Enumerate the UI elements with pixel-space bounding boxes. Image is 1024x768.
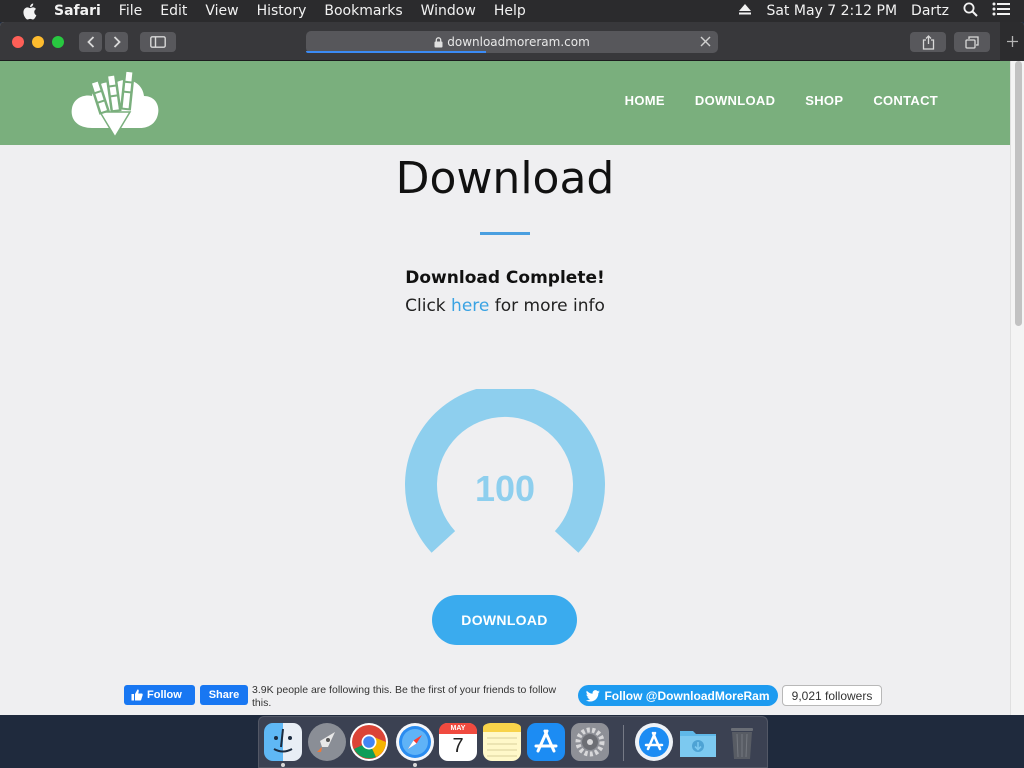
share-button[interactable] (910, 32, 946, 52)
menu-bar: Safari File Edit View History Bookmarks … (0, 0, 1024, 22)
window-minimize-button[interactable] (32, 36, 44, 48)
facebook-follow-button[interactable]: Follow (124, 685, 195, 705)
system-preferences-icon[interactable] (571, 723, 609, 761)
clock[interactable]: Sat May 7 2:12 PM (766, 3, 897, 19)
site-nav: HOME DOWNLOAD SHOP CONTACT (595, 93, 938, 108)
share-icon (922, 34, 934, 50)
menu-history[interactable]: History (257, 3, 307, 19)
more-info-link[interactable]: here (451, 296, 489, 316)
gauge-value: 100 (475, 468, 535, 509)
more-info-suffix: for more info (489, 296, 605, 316)
browser-toolbar: downloadmoreram.com (0, 22, 1024, 61)
menu-window[interactable]: Window (421, 3, 476, 19)
page-title: Download (395, 153, 615, 204)
facebook-follow-label: Follow (147, 689, 182, 701)
facebook-follow-text: 3.9K people are following this. Be the f… (252, 684, 557, 709)
menu-edit[interactable]: Edit (160, 3, 187, 19)
downloads-folder-icon[interactable] (679, 723, 717, 761)
more-info-text: Click here for more info (0, 296, 1010, 316)
facebook-share-button[interactable]: Share (200, 685, 248, 705)
more-info-prefix: Click (405, 296, 452, 316)
safari-running-indicator (413, 763, 417, 767)
page-scrollbar[interactable] (1010, 61, 1024, 715)
twitter-follower-count[interactable]: 9,021 followers (782, 685, 882, 706)
twitter-bird-icon (586, 689, 601, 702)
download-status-heading: Download Complete! (405, 268, 605, 288)
window-close-button[interactable] (12, 36, 24, 48)
menu-view[interactable]: View (205, 3, 238, 19)
notes-icon[interactable] (483, 723, 521, 761)
calendar-month: MAY (439, 723, 477, 734)
launchpad-icon[interactable] (308, 723, 346, 761)
stop-loading-icon[interactable] (699, 35, 712, 51)
eject-icon[interactable] (738, 3, 752, 19)
sidebar-icon (150, 36, 166, 48)
app-store-icon[interactable] (527, 723, 565, 761)
apple-icon[interactable] (18, 0, 40, 22)
menu-help[interactable]: Help (494, 3, 526, 19)
tabs-icon (965, 35, 979, 49)
download-button[interactable]: DOWNLOAD (432, 595, 577, 645)
sidebar-toggle-button[interactable] (140, 32, 176, 52)
tab-overview-button[interactable] (954, 32, 990, 52)
menu-app-name[interactable]: Safari (54, 3, 101, 19)
notification-center-icon[interactable] (992, 2, 1010, 20)
safari-icon[interactable] (396, 723, 434, 761)
social-bar: Follow Share 3.9K people are following t… (124, 684, 904, 712)
url-text: downloadmoreram.com (447, 35, 590, 49)
user-name[interactable]: Dartz (911, 3, 949, 19)
twitter-follow-button[interactable]: Follow @DownloadMoreRam (578, 685, 778, 706)
calendar-icon[interactable]: MAY 7 (439, 723, 477, 761)
plus-icon (1006, 36, 1018, 47)
site-header: HOME DOWNLOAD SHOP CONTACT (0, 61, 1010, 145)
scrollbar-thumb[interactable] (1015, 61, 1022, 326)
lock-icon (434, 36, 443, 47)
cloud-download-logo-icon (71, 69, 159, 139)
site-logo[interactable] (70, 66, 160, 142)
title-divider (480, 232, 530, 235)
page-load-progress (306, 51, 486, 53)
download-progress-gauge: 100 (405, 384, 605, 559)
spotlight-search-icon[interactable] (963, 2, 978, 21)
nav-contact[interactable]: CONTACT (873, 93, 938, 108)
menu-bookmarks[interactable]: Bookmarks (324, 3, 402, 19)
chrome-icon[interactable] (350, 723, 388, 761)
nav-shop[interactable]: SHOP (805, 93, 843, 108)
address-bar[interactable]: downloadmoreram.com (306, 31, 718, 53)
finder-running-indicator (281, 763, 285, 767)
trash-icon[interactable] (723, 723, 761, 761)
app-store-downloads-icon[interactable] (635, 723, 673, 761)
new-tab-button[interactable] (1000, 22, 1024, 61)
calendar-day: 7 (452, 735, 464, 757)
web-page: HOME DOWNLOAD SHOP CONTACT Download Down… (0, 61, 1010, 715)
dock-separator (623, 725, 624, 761)
thumbs-up-icon (131, 689, 143, 701)
menu-file[interactable]: File (119, 3, 142, 19)
chevron-right-icon (113, 36, 121, 48)
window-fullscreen-button[interactable] (52, 36, 64, 48)
finder-icon[interactable] (264, 723, 302, 761)
safari-window: downloadmoreram.com HOME DOWNLOAD SHOP C… (0, 22, 1024, 715)
twitter-follow-label: Follow @DownloadMoreRam (604, 688, 770, 703)
back-button[interactable] (79, 32, 102, 52)
nav-home[interactable]: HOME (625, 93, 665, 108)
nav-download[interactable]: DOWNLOAD (695, 93, 775, 108)
forward-button[interactable] (105, 32, 128, 52)
chevron-left-icon (86, 36, 94, 48)
dock: MAY 7 (258, 716, 768, 768)
